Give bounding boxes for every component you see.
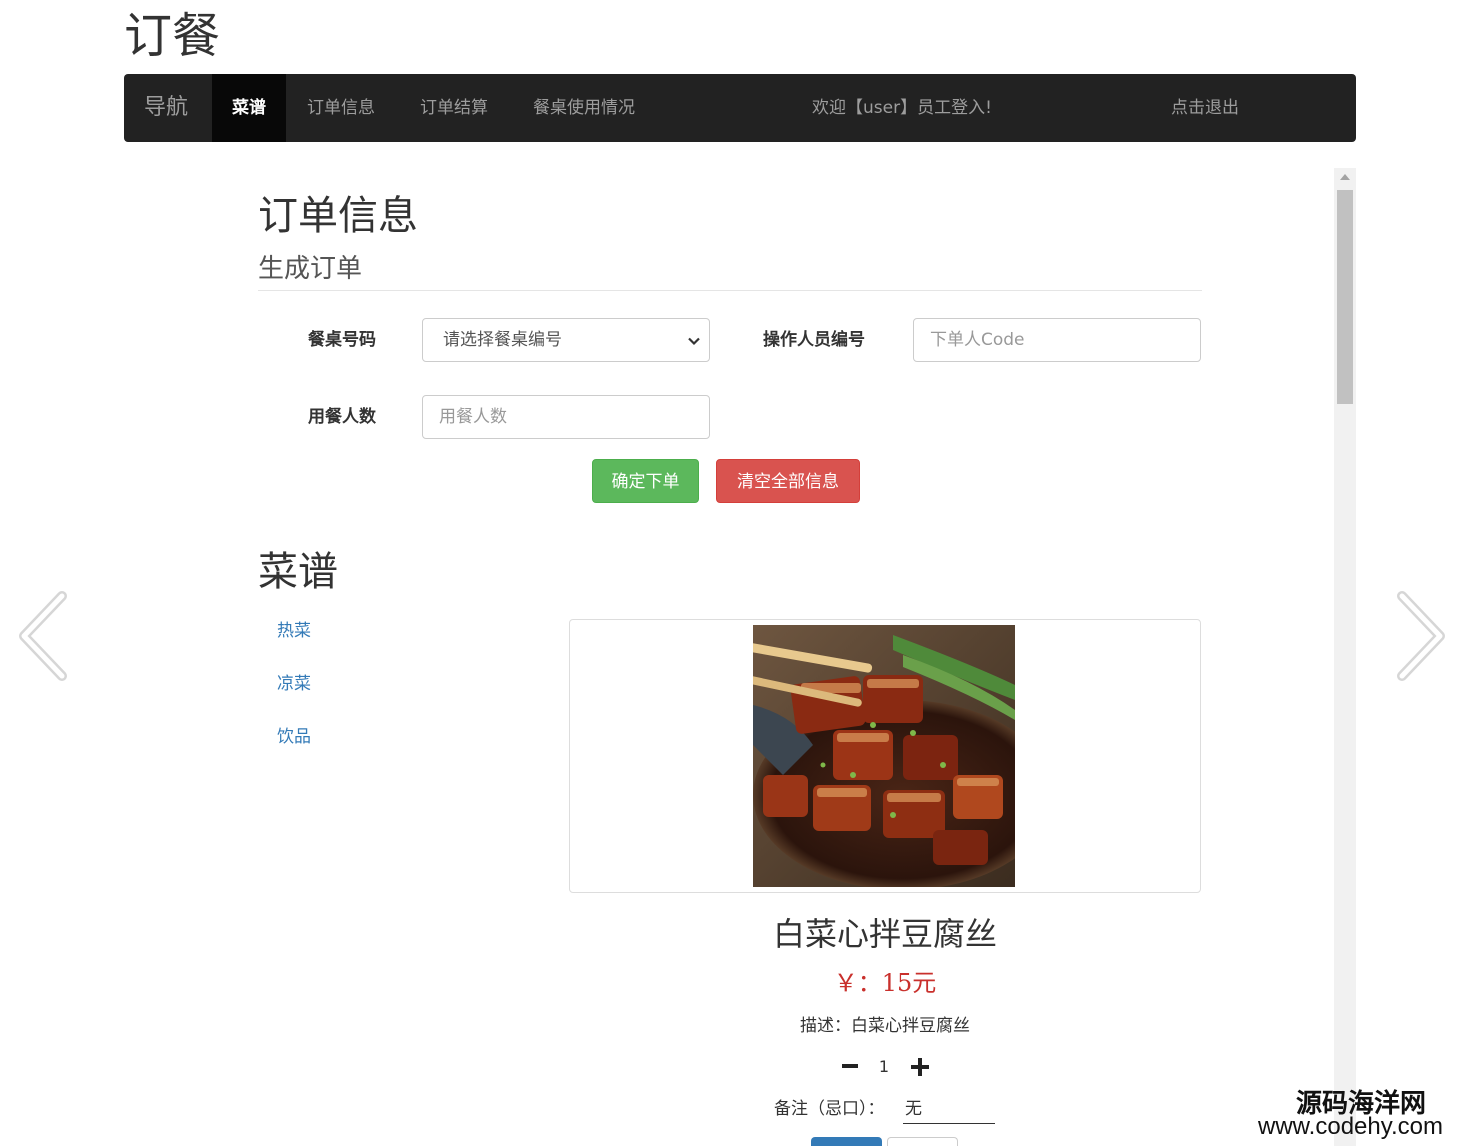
nav-item-order-info[interactable]: 订单信息 [307, 74, 375, 142]
menu-section-title: 菜谱 [258, 549, 338, 595]
nav-item-table-usage[interactable]: 餐桌使用情况 [533, 74, 635, 142]
add-to-order-button[interactable] [811, 1137, 882, 1146]
dish-price: ￥：15元 [833, 969, 937, 997]
order-section-title: 订单信息 [258, 193, 418, 239]
table-number-label: 餐桌号码 [308, 330, 376, 350]
carousel-prev-icon[interactable] [14, 590, 70, 682]
section-divider [258, 290, 1202, 291]
dish-name: 白菜心拌豆腐丝 [772, 915, 997, 953]
operator-code-input[interactable]: 下单人Code [913, 318, 1201, 362]
dish-photo [753, 625, 1015, 887]
scrollbar-thumb[interactable] [1337, 190, 1353, 404]
site-title: 订餐 [124, 8, 221, 64]
diners-count-label: 用餐人数 [308, 407, 376, 427]
diners-count-input[interactable]: 用餐人数 [422, 395, 710, 439]
category-cold-dishes[interactable]: 凉菜 [277, 672, 311, 696]
nav-item-menu[interactable]: 菜谱 [212, 74, 286, 142]
confirm-order-button[interactable]: 确定下单 [592, 459, 699, 503]
navbar-brand[interactable]: 导航 [144, 74, 188, 142]
table-number-select[interactable]: 请选择餐桌编号 [422, 318, 710, 362]
top-navbar: 导航 菜谱 订单信息 订单结算 餐桌使用情况 欢迎【user】员工登入! 点击退… [124, 74, 1356, 142]
order-section-subtitle: 生成订单 [258, 254, 363, 284]
decrease-quantity-button[interactable] [842, 1064, 858, 1068]
category-drinks[interactable]: 饮品 [277, 725, 311, 749]
increase-quantity-button[interactable] [911, 1058, 929, 1076]
category-hot-dishes[interactable]: 热菜 [277, 619, 311, 643]
note-label: 备注（忌口）： [774, 1099, 885, 1119]
carousel-next-icon[interactable] [1394, 590, 1450, 682]
dish-description: 描述：白菜心拌豆腐丝 [800, 1016, 970, 1036]
clear-all-button[interactable]: 清空全部信息 [716, 459, 860, 503]
secondary-dish-button[interactable] [887, 1137, 958, 1146]
scroll-up-icon[interactable] [1340, 174, 1350, 180]
logout-link[interactable]: 点击退出 [1171, 74, 1239, 142]
table-number-select-value: 请选择餐桌编号 [443, 330, 562, 350]
chevron-down-icon [688, 337, 700, 346]
quantity-value: 1 [878, 1057, 890, 1076]
nav-item-order-checkout[interactable]: 订单结算 [420, 74, 488, 142]
watermark-url: www.codehy.com [1258, 1113, 1443, 1140]
welcome-message: 欢迎【user】员工登入! [812, 98, 992, 118]
note-input[interactable]: 无 [903, 1096, 995, 1124]
operator-code-label: 操作人员编号 [763, 330, 865, 350]
